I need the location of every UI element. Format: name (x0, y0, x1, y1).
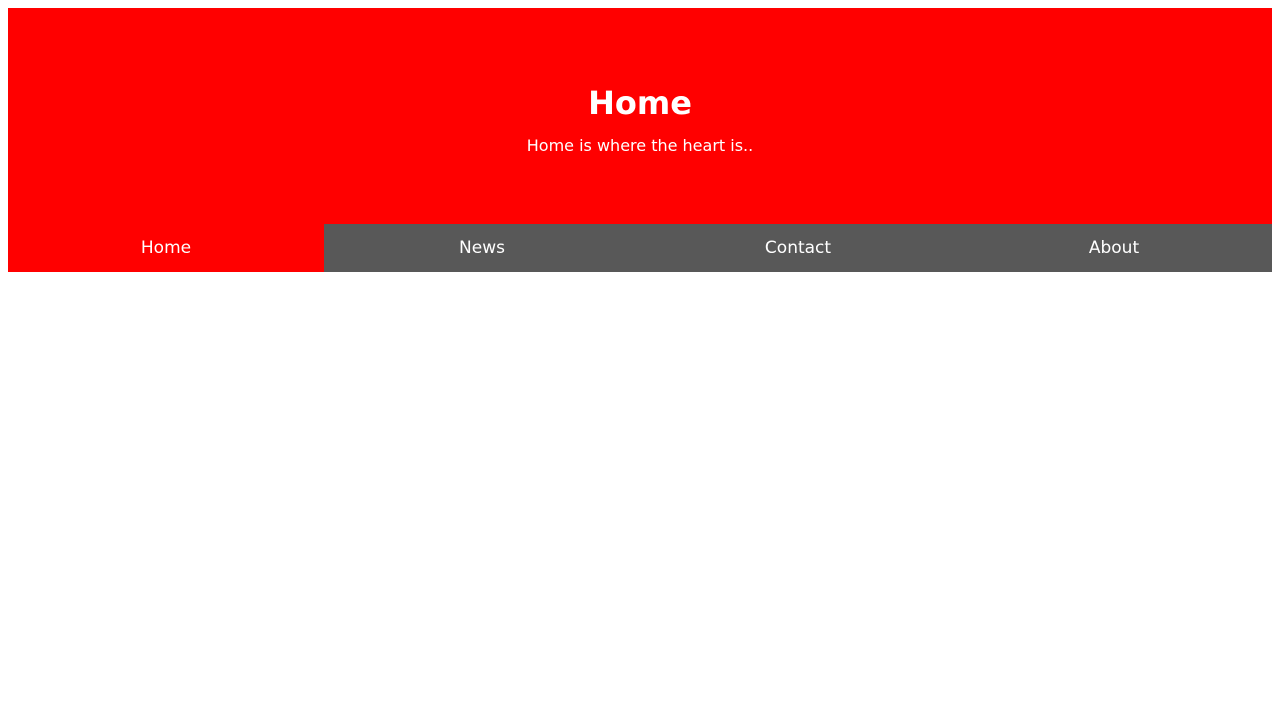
tab-contact[interactable]: Contact (640, 224, 956, 272)
tab-about[interactable]: About (956, 224, 1272, 272)
page-subtitle: Home is where the heart is.. (526, 135, 754, 155)
page-title: Home (588, 84, 692, 122)
page-container: Home Home is where the heart is.. Home N… (8, 8, 1272, 272)
tab-news[interactable]: News (324, 224, 640, 272)
tab-bar: Home News Contact About (8, 224, 1272, 272)
hero-header: Home Home is where the heart is.. (8, 8, 1272, 224)
tab-home[interactable]: Home (8, 224, 324, 272)
